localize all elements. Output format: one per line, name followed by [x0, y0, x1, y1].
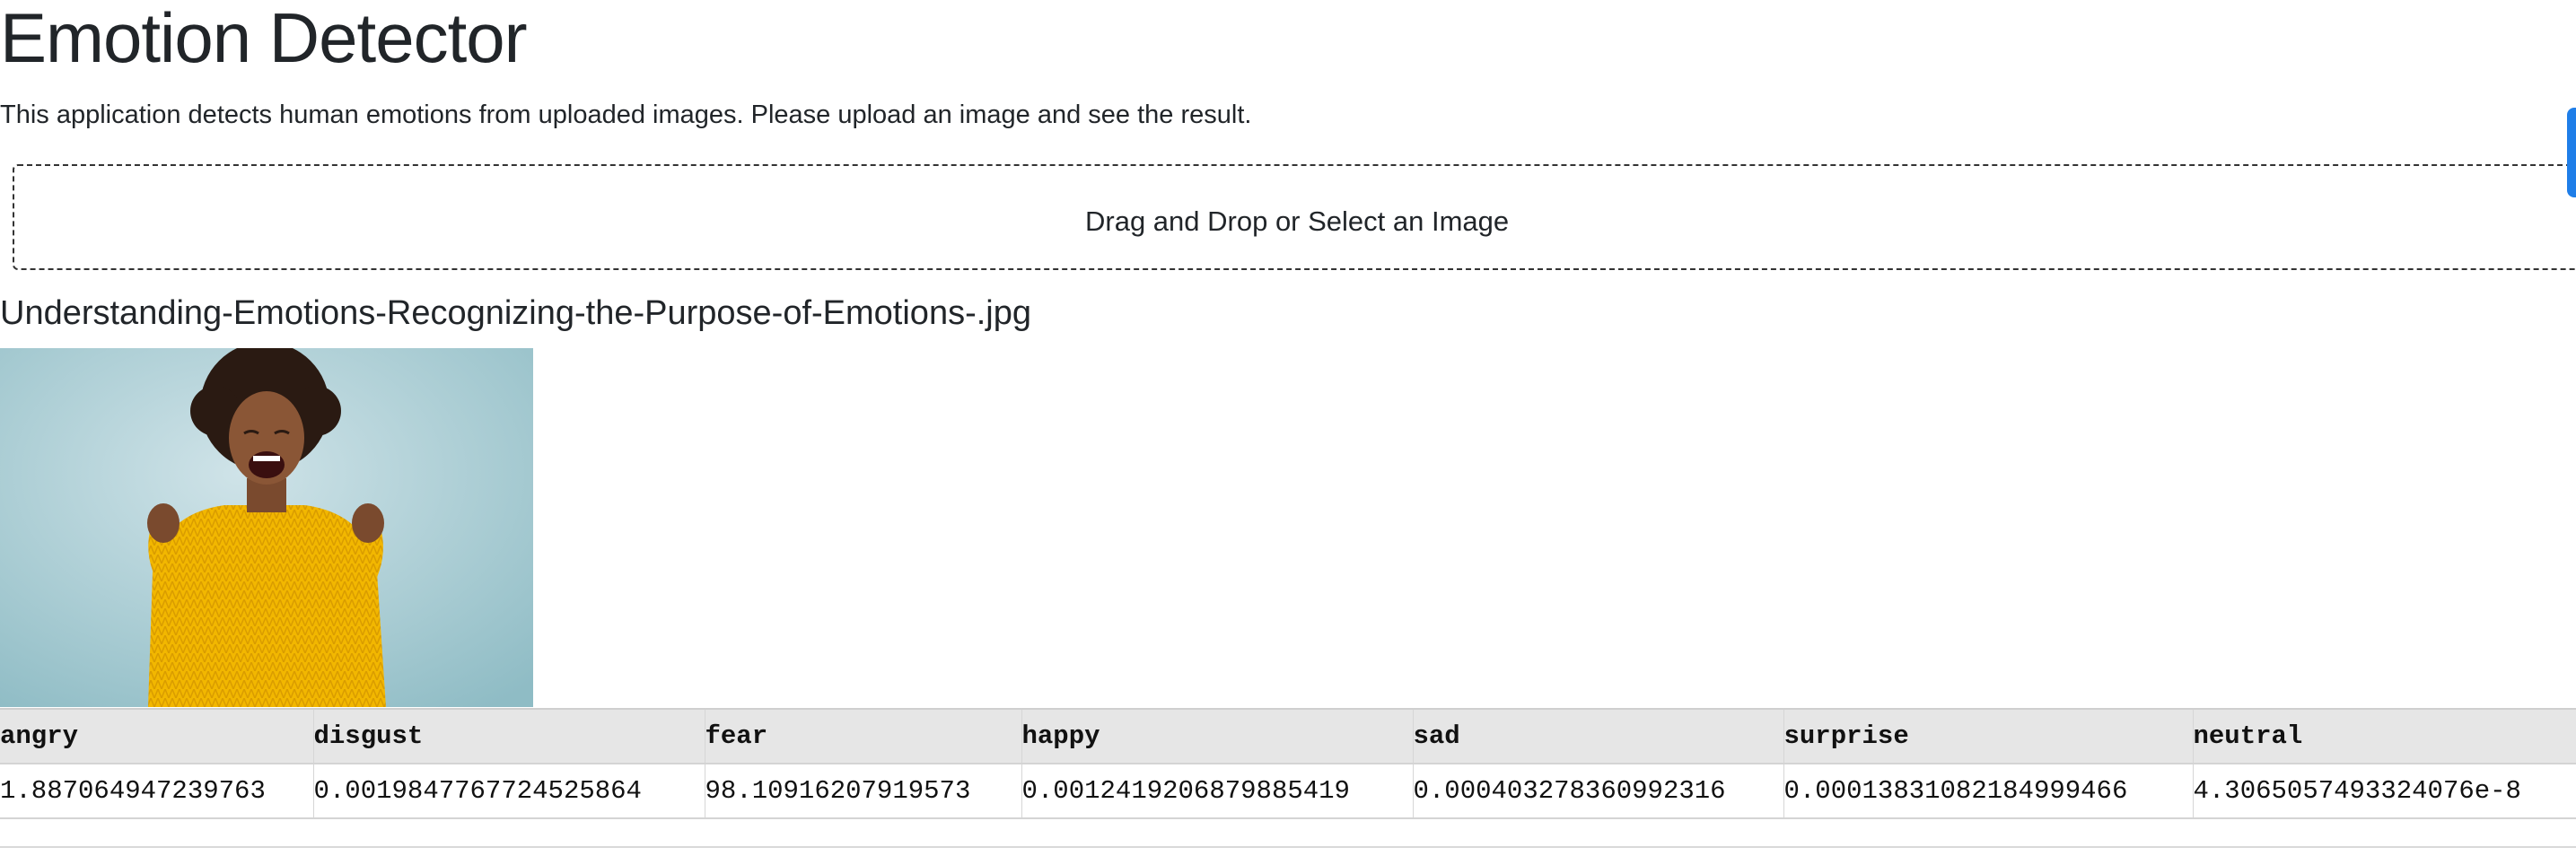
- column-header-disgust: disgust: [313, 708, 705, 764]
- cell-happy: 0.0012419206879885419: [1021, 764, 1414, 819]
- person-photo-icon: [0, 348, 533, 707]
- cell-surprise: 0.00013831082184999466: [1783, 764, 2194, 819]
- page-title: Emotion Detector: [0, 0, 528, 77]
- table-header-row: angry disgust fear happy sad surprise ne…: [0, 708, 2576, 764]
- upload-prompt[interactable]: Drag and Drop or Select an Image: [1085, 204, 1509, 240]
- page: Emotion Detector This application detect…: [0, 0, 2576, 856]
- column-header-fear: fear: [705, 708, 1022, 764]
- column-header-happy: happy: [1021, 708, 1414, 764]
- divider: [0, 846, 2576, 848]
- column-header-angry: angry: [0, 708, 314, 764]
- cell-angry: 1.887064947239763: [0, 764, 314, 819]
- app-description: This application detects human emotions …: [0, 100, 1252, 129]
- side-scroll-tab[interactable]: [2567, 108, 2576, 197]
- column-header-surprise: surprise: [1783, 708, 2194, 764]
- column-header-sad: sad: [1413, 708, 1784, 764]
- emotion-results-table: angry disgust fear happy sad surprise ne…: [0, 708, 2576, 819]
- column-header-neutral: neutral: [2193, 708, 2576, 764]
- table-row: 1.887064947239763 0.0019847767724525864 …: [0, 764, 2576, 819]
- cell-disgust: 0.0019847767724525864: [313, 764, 705, 819]
- cell-neutral: 4.3065057493324076e-8: [2193, 764, 2576, 819]
- cell-fear: 98.10916207919573: [705, 764, 1022, 819]
- uploaded-filename: Understanding-Emotions-Recognizing-the-P…: [0, 294, 1031, 332]
- cell-sad: 0.000403278360992316: [1413, 764, 1784, 819]
- uploaded-image: [0, 348, 533, 707]
